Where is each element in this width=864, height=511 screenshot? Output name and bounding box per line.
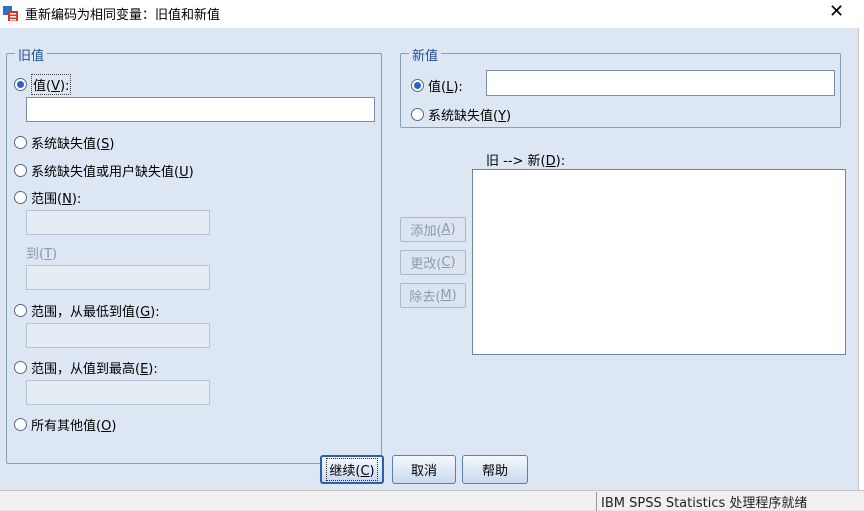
status-bar: IBM SPSS Statistics 处理程序就绪 — [0, 490, 864, 511]
continue-button[interactable]: 继续(C) — [320, 455, 384, 484]
old-range-highest-radio[interactable] — [14, 361, 27, 374]
new-sysmis-label: 系统缺失值(Y) — [428, 109, 512, 124]
window-title: 重新编码为相同变量：旧值和新值 — [25, 8, 221, 23]
continue-button-label: 继续(C) — [326, 458, 378, 481]
title-bar: 重新编码为相同变量：旧值和新值 ✕ — [0, 0, 864, 28]
new-value-label: 值(L): — [428, 80, 463, 95]
close-icon[interactable]: ✕ — [829, 2, 844, 22]
window-edge — [858, 28, 864, 490]
old-value-label: 值(V): — [31, 74, 72, 95]
old-range-low-input[interactable] — [26, 210, 210, 235]
through-label: 到(T) — [26, 247, 58, 262]
new-value-option[interactable]: 值(L): — [411, 76, 463, 95]
old-new-mapping-list[interactable] — [472, 169, 846, 355]
old-sysmis-user-option[interactable]: 系统缺失值或用户缺失值(U) — [14, 161, 194, 180]
spss-app-icon — [3, 6, 18, 21]
new-sysmis-radio[interactable] — [411, 108, 424, 121]
old-all-other-radio[interactable] — [14, 418, 27, 431]
add-button[interactable]: 添加(A) — [400, 217, 466, 242]
old-all-other-option[interactable]: 所有其他值(O) — [14, 415, 116, 434]
old-range-lowest-input[interactable] — [26, 323, 210, 348]
old-sysmis-radio[interactable] — [14, 136, 27, 149]
old-range-highest-option[interactable]: 范围，从值到最高(E): — [14, 358, 158, 377]
old-range-radio[interactable] — [14, 191, 27, 204]
old-sysmis-user-label: 系统缺失值或用户缺失值(U) — [31, 165, 194, 180]
old-range-highest-input[interactable] — [26, 380, 210, 405]
old-value-option[interactable]: 值(V): — [14, 74, 72, 95]
old-value-radio[interactable] — [14, 78, 27, 91]
new-sysmis-option[interactable]: 系统缺失值(Y) — [411, 105, 511, 124]
help-button[interactable]: 帮助 — [462, 455, 528, 484]
old-range-lowest-option[interactable]: 范围，从最低到值(G): — [14, 301, 160, 320]
old-range-label: 范围(N): — [31, 192, 82, 207]
new-value-input[interactable] — [486, 70, 835, 96]
old-value-input[interactable] — [26, 97, 375, 122]
change-button[interactable]: 更改(C) — [400, 250, 466, 275]
old-sysmis-label: 系统缺失值(S) — [31, 137, 115, 152]
old-sysmis-user-radio[interactable] — [14, 164, 27, 177]
old-range-high-input[interactable] — [26, 265, 210, 290]
status-text: IBM SPSS Statistics 处理程序就绪 — [596, 492, 807, 511]
old-range-option[interactable]: 范围(N): — [14, 188, 81, 207]
remove-button[interactable]: 除去(M) — [400, 283, 466, 308]
new-value-radio[interactable] — [411, 79, 424, 92]
old-value-legend: 旧值 — [15, 45, 48, 64]
old-range-lowest-radio[interactable] — [14, 304, 27, 317]
cancel-button[interactable]: 取消 — [392, 455, 456, 484]
old-all-other-label: 所有其他值(O) — [31, 419, 117, 434]
mapping-label: 旧 --> 新(D): — [486, 154, 566, 169]
old-range-highest-label: 范围，从值到最高(E): — [31, 362, 158, 377]
new-value-legend: 新值 — [409, 45, 442, 64]
dialog-body: 旧值 值(V): 系统缺失值(S) 系统缺失值或用户缺失值(U) 范围(N): … — [0, 28, 858, 490]
old-range-lowest-label: 范围，从最低到值(G): — [31, 305, 160, 320]
old-sysmis-option[interactable]: 系统缺失值(S) — [14, 133, 114, 152]
